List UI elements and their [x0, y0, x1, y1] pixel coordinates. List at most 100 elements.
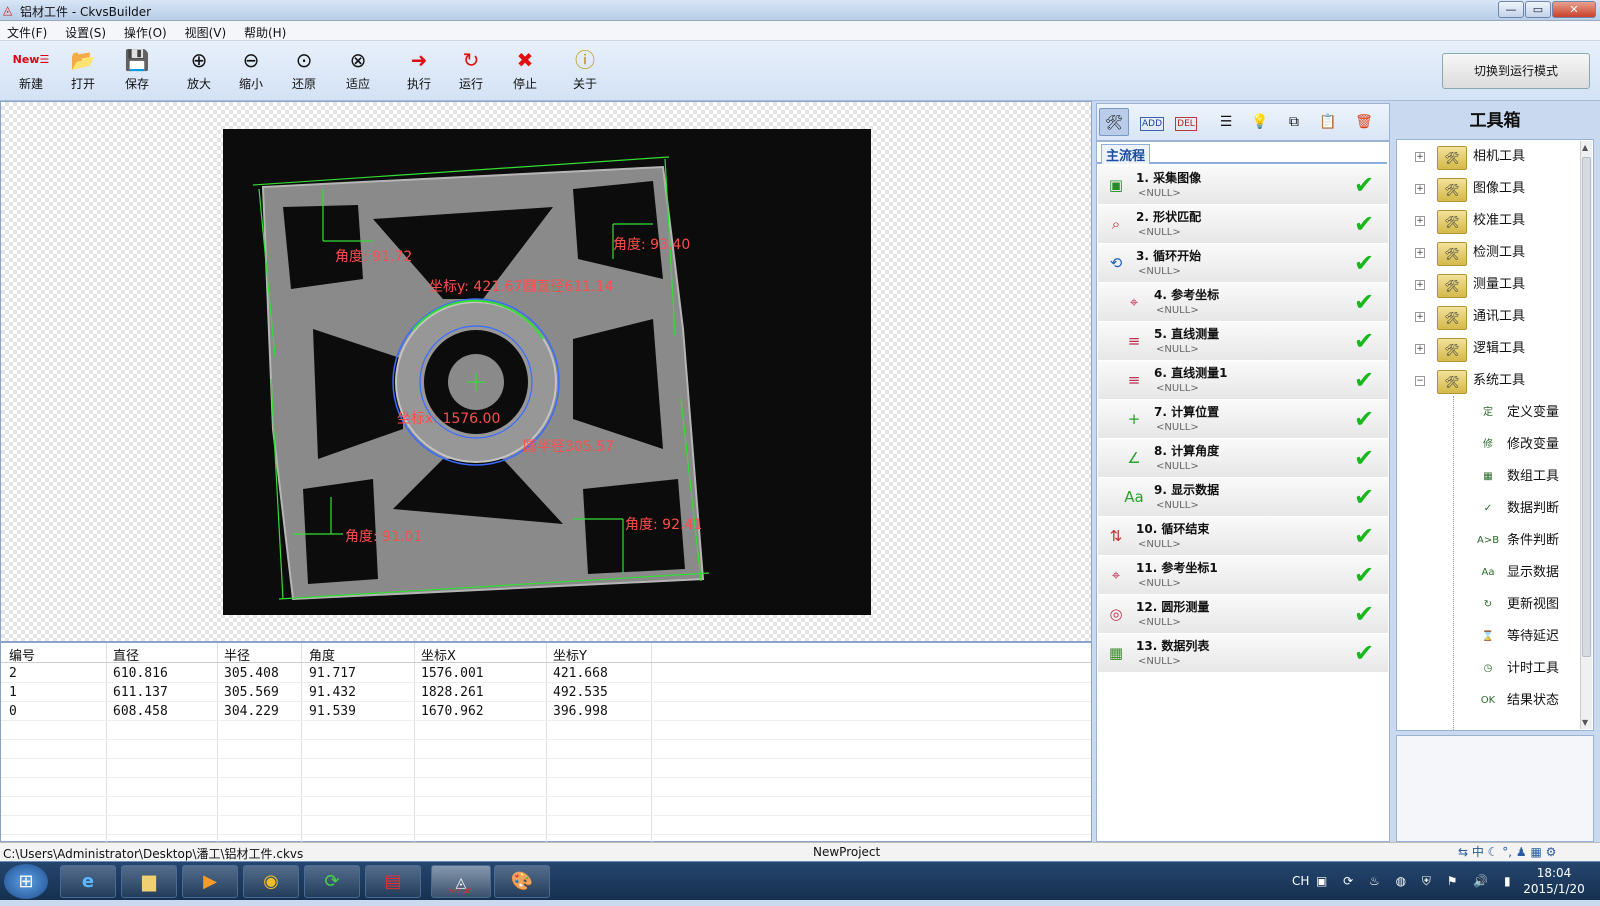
toolbox-tool-item[interactable]: 定 定义变量 [1397, 398, 1577, 428]
switch-run-mode-button[interactable]: 切换到运行模式 [1442, 53, 1590, 89]
flow-edit-button[interactable]: 🛠 [1099, 108, 1129, 136]
toolbox-category[interactable]: + 🛠 测量工具 [1397, 270, 1577, 300]
expand-icon[interactable]: + [1415, 280, 1425, 290]
column-header[interactable]: 半径 [224, 645, 250, 664]
zoom-fit-button[interactable]: ⊗ 适应 [333, 45, 383, 97]
run-button[interactable]: ↻ 运行 [446, 45, 496, 97]
toolbox-category[interactable]: + 🛠 检测工具 [1397, 238, 1577, 268]
expand-icon[interactable]: + [1415, 248, 1425, 258]
flow-step[interactable]: Aa 9. 显示数据 <NULL> ✔ [1098, 478, 1388, 517]
taskbar-paint[interactable]: 🎨 [494, 865, 550, 898]
column-header[interactable]: 直径 [113, 645, 139, 664]
tab-main-flow[interactable]: 主流程 [1101, 144, 1151, 164]
delete-step-button[interactable]: DEL [1171, 108, 1201, 136]
results-table[interactable]: 编号 直径 半径 角度 坐标X 坐标Y 2 610.816 305.408 91… [0, 642, 1092, 843]
new-button[interactable]: New☰ 新建 [6, 45, 56, 97]
toolbox-tool-item[interactable]: ◷ 计时工具 [1397, 654, 1577, 684]
flow-step[interactable]: ∠ 8. 计算角度 <NULL> ✔ [1098, 439, 1388, 478]
open-button[interactable]: 📂 打开 [58, 45, 108, 97]
toolbox-tool-item[interactable]: ✓ 数据判断 [1397, 494, 1577, 524]
flow-step[interactable]: ⇅ 10. 循环结束 <NULL> ✔ [1098, 517, 1388, 556]
flow-step[interactable]: ⌖ 4. 参考坐标 <NULL> ✔ [1098, 283, 1388, 322]
expand-icon[interactable]: + [1415, 216, 1425, 226]
add-step-button[interactable]: ADD [1137, 108, 1167, 136]
toolbox-tool-item[interactable]: ▦ 数组工具 [1397, 462, 1577, 492]
flow-step[interactable]: ⌕ 2. 形状匹配 <NULL> ✔ [1098, 205, 1388, 244]
table-row[interactable]: 2 610.816 305.408 91.717 1576.001 421.66… [1, 664, 1091, 683]
system-clock[interactable]: 18:04 2015/1/20 [1514, 865, 1594, 897]
copy-button[interactable]: ⧉ [1279, 108, 1309, 136]
flow-step-status: <NULL> [1138, 617, 1181, 628]
flow-step[interactable]: ⟲ 3. 循环开始 <NULL> ✔ [1098, 244, 1388, 283]
trash-button[interactable]: 🗑 [1349, 108, 1379, 136]
execute-arrow-icon: ➜ [410, 48, 428, 72]
flow-step[interactable]: ◎ 12. 圆形测量 <NULL> ✔ [1098, 595, 1388, 634]
menu-operate[interactable]: 操作(O) [117, 21, 174, 41]
table-row[interactable]: 0 608.458 304.229 91.539 1670.962 396.99… [1, 702, 1091, 721]
taskbar-explorer[interactable]: ▆ [121, 865, 177, 898]
column-header[interactable]: 坐标Y [553, 645, 587, 664]
zoom-out-button[interactable]: ⊖ 缩小 [226, 45, 276, 97]
collapse-icon[interactable]: − [1415, 376, 1425, 386]
column-header[interactable]: 编号 [9, 645, 35, 664]
taskbar-ie[interactable]: e [60, 865, 116, 898]
about-button[interactable]: ⓘ 关于 [560, 45, 610, 97]
language-indicator[interactable]: CH [1292, 874, 1309, 888]
table-row[interactable]: 1 611.137 305.569 91.432 1828.261 492.53… [1, 683, 1091, 702]
taskbar-chrome[interactable]: ◉ [243, 865, 299, 898]
save-button[interactable]: 💾 保存 [112, 45, 162, 97]
toolbox-category[interactable]: + 🛠 相机工具 [1397, 142, 1577, 172]
toolbox-tool-item[interactable]: ⌛ 等待延迟 [1397, 622, 1577, 652]
execute-button[interactable]: ➜ 执行 [394, 45, 444, 97]
camera-image[interactable]: 角度: 91.72 角度: 93.40 角度: 91.01 角度: 92.41 … [223, 129, 871, 615]
zoom-reset-button[interactable]: ⊙ 还原 [279, 45, 329, 97]
expand-icon[interactable]: + [1415, 152, 1425, 162]
minimize-button[interactable]: — [1498, 1, 1524, 18]
toolbox-category[interactable]: − 🛠 系统工具 [1397, 366, 1577, 396]
maximize-button[interactable]: ▭ [1525, 1, 1551, 18]
image-view[interactable]: 角度: 91.72 角度: 93.40 角度: 91.01 角度: 92.41 … [0, 101, 1092, 642]
flow-step[interactable]: ▦ 13. 数据列表 <NULL> ✔ [1098, 634, 1388, 673]
expand-icon[interactable]: + [1415, 184, 1425, 194]
column-header[interactable]: 角度 [309, 645, 335, 664]
toolbox-scrollbar[interactable]: ▲ ▼ [1580, 141, 1592, 729]
toolbox-tool-item[interactable]: A>B 条件判断 [1397, 526, 1577, 556]
column-header[interactable]: 坐标X [421, 645, 456, 664]
properties-button[interactable]: ☰ [1211, 108, 1241, 136]
toolbox-category[interactable]: + 🛠 逻辑工具 [1397, 334, 1577, 364]
menu-help[interactable]: 帮助(H) [237, 21, 293, 41]
flow-step[interactable]: ≡ 5. 直线测量 <NULL> ✔ [1098, 322, 1388, 361]
scroll-down-icon[interactable]: ▼ [1582, 718, 1588, 727]
toolbox-tool-item[interactable]: OK 结果状态 [1397, 686, 1577, 716]
flow-step[interactable]: +7. 计算位置 <NULL> ✔ [1098, 400, 1388, 439]
toolbox-tool-item[interactable]: Aa 显示数据 [1397, 558, 1577, 588]
toolbox-category[interactable]: + 🛠 校准工具 [1397, 206, 1577, 236]
taskbar-ckvs-vision[interactable]: ◬ vision [431, 865, 491, 898]
flow-step[interactable]: ⌖ 11. 参考坐标1 <NULL> ✔ [1098, 556, 1388, 595]
tray-icons[interactable]: ▣ ⟳ ♨ ◍ ⛨ ⚑ 🔊 ▮ [1316, 874, 1517, 889]
expand-icon[interactable]: + [1415, 344, 1425, 354]
flow-step[interactable]: ≡ 6. 直线测量1 <NULL> ✔ [1098, 361, 1388, 400]
ime-toolbar-icon[interactable]: ⇆ 中 ☾ °, ♟ ▦ ⚙ [1458, 843, 1556, 860]
menu-view[interactable]: 视图(V) [178, 21, 234, 41]
close-button[interactable]: ✕ [1552, 1, 1596, 18]
toolbox-tree[interactable]: + 🛠 相机工具 + 🛠 图像工具 + 🛠 校准工具 + 🛠 检测工具 + 🛠 测量工具 + 🛠 通讯工具 + 🛠 逻辑… [1396, 139, 1594, 731]
menu-file[interactable]: 文件(F) [0, 21, 54, 41]
taskbar-media[interactable]: ▶ [182, 865, 238, 898]
expand-icon[interactable]: + [1415, 312, 1425, 322]
taskbar-red-app[interactable]: ▤ [365, 865, 421, 898]
taskbar-refresh-app[interactable]: ⟳ [304, 865, 360, 898]
flow-step[interactable]: ▣ 1. 采集图像 <NULL> ✔ [1098, 166, 1388, 205]
start-button[interactable]: ⊞ [4, 864, 48, 899]
toolbox-tool-item[interactable]: ↻ 更新视图 [1397, 590, 1577, 620]
hint-button[interactable]: 💡 [1245, 108, 1275, 136]
menu-settings[interactable]: 设置(S) [58, 21, 113, 41]
paste-button[interactable]: 📋 [1313, 108, 1343, 136]
zoom-in-button[interactable]: ⊕ 放大 [174, 45, 224, 97]
scroll-up-icon[interactable]: ▲ [1582, 143, 1588, 152]
toolbox-category[interactable]: + 🛠 图像工具 [1397, 174, 1577, 204]
toolbox-tool-item[interactable]: 修 修改变量 [1397, 430, 1577, 460]
toolbox-category[interactable]: + 🛠 通讯工具 [1397, 302, 1577, 332]
scroll-thumb[interactable] [1582, 157, 1591, 657]
stop-button[interactable]: ✖ 停止 [500, 45, 550, 97]
